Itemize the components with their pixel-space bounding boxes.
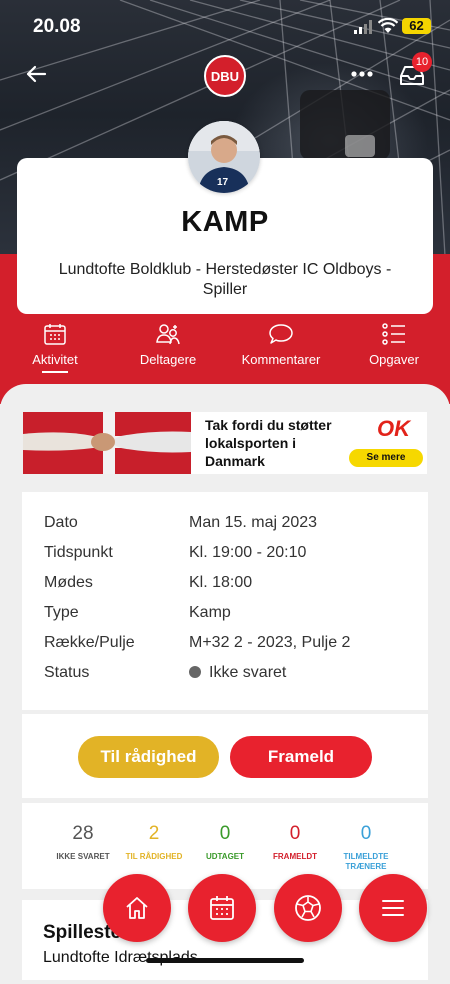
stat-frameldt[interactable]: 0 FRAMELDT — [255, 823, 335, 862]
stat-tilmeldte-traenere[interactable]: 0 TILMELDTE TRÆNERE — [326, 823, 406, 872]
stat-count: 28 — [72, 823, 94, 844]
menu-icon — [382, 900, 404, 916]
wifi-icon — [378, 18, 398, 33]
clock: 20.08 — [33, 16, 81, 37]
menu-fab[interactable] — [359, 874, 427, 942]
response-actions: Til rådighed Frameld — [22, 714, 428, 798]
stat-label: IKKE SVARET — [56, 852, 110, 861]
people-icon — [156, 324, 180, 345]
player-photo: 17 — [188, 121, 260, 193]
available-button[interactable]: Til rådighed — [78, 736, 219, 778]
ad-see-more-button[interactable]: Se mere — [349, 449, 423, 467]
detail-key: Række/Pulje — [44, 634, 135, 651]
calendar-icon — [210, 896, 234, 920]
detail-key: Type — [44, 604, 79, 621]
ad-banner[interactable]: Tak fordi du støtter lokalsporten i Danm… — [23, 412, 427, 474]
stat-count: 0 — [360, 823, 372, 844]
status-value: Ikke svaret — [189, 664, 419, 682]
back-arrow-icon[interactable] — [24, 62, 48, 86]
avatar[interactable]: 17 — [188, 121, 260, 193]
dbu-logo-mark: DBU — [211, 69, 239, 84]
battery-indicator: 62 — [402, 18, 431, 34]
detail-value: Kamp — [189, 604, 231, 621]
tab-opgaver[interactable]: Opgaver — [344, 322, 444, 367]
stat-til-raadighed[interactable]: 2 TIL RÅDIGHED — [114, 823, 194, 862]
tab-aktivitet[interactable]: Aktivitet — [5, 322, 105, 373]
detail-value: M+32 2 - 2023, Pulje 2 — [189, 634, 351, 651]
status-text: Ikke svaret — [209, 664, 287, 681]
calendar-icon — [44, 324, 66, 345]
stat-ikke-svaret[interactable]: 28 IKKE SVARET — [43, 823, 123, 862]
home-indicator — [146, 958, 304, 963]
tab-label: Aktivitet — [32, 352, 78, 367]
checklist-icon — [382, 323, 405, 345]
event-subtitle: Lundtofte Boldklub - Herstedøster IC Old… — [58, 261, 392, 298]
ad-text: Tak fordi du støtter lokalsporten i Danm… — [205, 417, 332, 469]
stat-count: 2 — [148, 823, 160, 844]
detail-key: Tidspunkt — [44, 544, 113, 561]
stat-label: UDTAGET — [205, 852, 245, 861]
signal-icon — [354, 20, 372, 34]
status-dot-icon — [189, 666, 201, 678]
football-icon — [295, 895, 321, 921]
svg-text:17: 17 — [217, 177, 229, 188]
stat-udtaget[interactable]: 0 UDTAGET — [185, 823, 265, 862]
svg-text:DBU: DBU — [211, 69, 239, 84]
detail-value: Kl. 19:00 - 20:10 — [189, 544, 307, 561]
dbu-logo: DBU — [204, 55, 246, 97]
detail-key: Dato — [44, 514, 78, 531]
tab-label: Deltagere — [139, 352, 197, 367]
stat-label: FRAMELDT — [273, 852, 317, 861]
football-fab[interactable] — [274, 874, 342, 942]
active-tab-indicator — [42, 371, 68, 373]
stat-count: 0 — [219, 823, 231, 844]
detail-value: Kl. 18:00 — [189, 574, 253, 591]
comment-icon — [269, 324, 293, 344]
tab-deltagere[interactable]: Deltagere — [118, 322, 218, 367]
decline-button[interactable]: Frameld — [230, 736, 372, 778]
detail-key: Status — [44, 664, 90, 681]
tab-label: Kommentarer — [241, 352, 321, 367]
home-fab[interactable] — [103, 874, 171, 942]
event-title: KAMP — [181, 206, 269, 238]
event-details: Dato Man 15. maj 2023 Tidspunkt Kl. 19:0… — [22, 492, 428, 710]
ok-logo: OK — [377, 416, 410, 441]
status-bar: 20.08 62 — [0, 0, 450, 52]
stat-label: TIL RÅDIGHED — [125, 852, 183, 861]
home-icon — [126, 897, 148, 919]
calendar-fab[interactable] — [188, 874, 256, 942]
tab-kommentarer[interactable]: Kommentarer — [231, 322, 331, 367]
detail-key: Mødes — [44, 574, 93, 591]
notification-badge: 10 — [412, 52, 432, 72]
ad-image — [23, 412, 191, 474]
stat-count: 0 — [289, 823, 301, 844]
tab-label: Opgaver — [369, 352, 419, 367]
detail-value: Man 15. maj 2023 — [189, 514, 318, 531]
more-options-icon[interactable] — [350, 64, 374, 84]
stat-label: TILMELDTE TRÆNERE — [343, 852, 389, 871]
